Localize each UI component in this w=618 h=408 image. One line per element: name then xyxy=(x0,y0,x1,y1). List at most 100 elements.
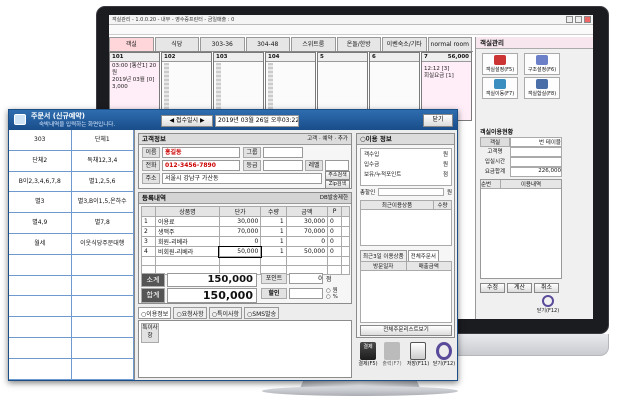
room-grid-cell[interactable]: 별1,2,5,6 xyxy=(71,171,134,193)
subtotal-value: 150,000 xyxy=(167,273,257,287)
tab-303[interactable]: 303-36 xyxy=(200,37,245,51)
room-grid-cell[interactable]: 이웃식당주문대행 xyxy=(71,233,134,255)
room-grid-cell[interactable]: 별7,8 xyxy=(71,213,134,234)
room-grid-cell[interactable] xyxy=(9,296,72,318)
name-label: 이름 xyxy=(142,147,160,158)
balance-row: 총할인 원 xyxy=(360,188,452,196)
minimize-icon[interactable] xyxy=(566,16,573,23)
room-settings-button[interactable]: 객실설정(F5) xyxy=(482,53,518,75)
room-grid-cell[interactable] xyxy=(71,358,134,380)
tab-note[interactable]: ○특이사항 xyxy=(208,307,243,319)
tab-room[interactable]: 객실 xyxy=(109,37,154,51)
opt-add[interactable]: 추가 xyxy=(338,136,348,142)
room-move-button[interactable]: 객실이동(F7) xyxy=(482,77,518,99)
room-grid-cell[interactable]: 별3,B이1,5,온하수 xyxy=(71,192,134,214)
tab-restaurant[interactable]: 식당 xyxy=(154,37,199,51)
phone-label: 전화 xyxy=(142,160,160,171)
tab-304[interactable]: 304-48 xyxy=(245,37,290,51)
tab-suite[interactable]: 스위트룸 xyxy=(291,37,336,51)
room-grid-cell[interactable] xyxy=(9,254,72,276)
recent-list[interactable]: 최근이용상품 수량 xyxy=(360,200,452,246)
pay-button[interactable]: 결제 결제(F5) xyxy=(357,342,379,376)
tab-normal[interactable]: normal room xyxy=(427,37,472,51)
print-button[interactable]: 출력(F7) xyxy=(381,342,403,376)
monitor-base xyxy=(262,386,458,396)
info-tabs: ○이용정보 ○요청사항 ○특이사항 ○SMS발송 xyxy=(138,307,352,319)
save-icon xyxy=(410,342,426,360)
room-grid-cell[interactable] xyxy=(9,337,72,359)
tab-ondol[interactable]: 온돌/한방 xyxy=(336,37,381,51)
room-grid-cell[interactable]: 단체1 xyxy=(71,130,134,151)
status-table: 객실 번 테이블 고객명 입실시간 요금합계 226,000 xyxy=(480,137,562,177)
save-button[interactable]: 저장(F11) xyxy=(406,342,430,376)
room-grid-cell[interactable]: 독채12,3,4 xyxy=(71,150,134,172)
table-row[interactable]: 2 생맥주 70,000 1 70,000 0 xyxy=(140,226,350,237)
discount-won-radio[interactable]: ○ 원 xyxy=(326,286,338,294)
table-row[interactable]: 3 회원-리베라 0 1 0 0 xyxy=(140,236,350,247)
back-close-button[interactable]: 닫기(F12) xyxy=(533,295,563,317)
room-merge-button[interactable]: 객실합실(F8) xyxy=(524,77,560,99)
room-grid-cell[interactable] xyxy=(9,358,72,380)
visit-list[interactable]: 방문일자 매출금액 xyxy=(360,261,452,323)
group-select[interactable] xyxy=(263,147,303,158)
memo-box[interactable]: 특이사항 xyxy=(138,320,352,378)
order-header: 주문서 (신규예약) 숙박내역을 입력하는 화면입니다. ◀ 접수일시 ▶ 20… xyxy=(9,110,457,130)
discount-pct-radio[interactable]: ○ % xyxy=(326,294,338,300)
point-field[interactable]: 0 xyxy=(289,273,323,284)
addr-search-button[interactable]: 주소검색 xyxy=(325,171,350,180)
discount-label: 할인 xyxy=(261,288,287,299)
room-grid-cell[interactable]: B이2,3,4,6,7,8 xyxy=(9,171,72,193)
header-close-button[interactable]: 닫기 xyxy=(423,114,453,127)
usage-summary: 객수입 원 입수금 원 보유/누적포인트 점 xyxy=(360,148,452,186)
room-grid-cell[interactable] xyxy=(9,317,72,338)
room-merge-icon xyxy=(536,79,548,89)
room-grid-cell[interactable] xyxy=(71,254,134,276)
point-unit: 점 xyxy=(326,276,332,283)
usage-list[interactable]: 순번 이용내역 xyxy=(480,179,562,279)
date-nav[interactable]: ◀ 접수일시 ▶ xyxy=(161,115,213,127)
room-grid-cell[interactable] xyxy=(9,275,72,297)
name-field[interactable]: 홍길동 xyxy=(162,147,240,158)
tab-event[interactable]: 이벤숙소/기타 xyxy=(382,37,427,51)
close-icon[interactable] xyxy=(584,16,591,23)
room-number: 7 56,000 xyxy=(422,53,471,62)
addr-field[interactable]: 서울시 강남구 가산동 xyxy=(162,173,322,184)
tab-sms[interactable]: ○SMS발송 xyxy=(244,307,280,319)
room-grid-cell[interactable]: 월세 xyxy=(9,233,72,255)
room-tabs: 객실 식당 303-36 304-48 스위트룸 온돌/한방 이벤숙소/기타 n… xyxy=(109,37,473,51)
room-grid-cell[interactable] xyxy=(71,317,134,338)
room-grid-cell[interactable]: 303 xyxy=(9,130,72,151)
phone-field[interactable]: 012-3456-7890 xyxy=(162,160,240,171)
status-title: 객실이용현황 xyxy=(480,129,514,136)
back-menubar xyxy=(109,25,593,35)
order-window: 주문서 (신규예약) 숙박내역을 입력하는 화면입니다. ◀ 접수일시 ▶ 20… xyxy=(8,109,458,381)
room-grid: 303 단체1 단체2 독채12,3,4 B이2,3,4,6,7,8 별1,2,… xyxy=(9,130,134,380)
discount-field[interactable] xyxy=(289,288,323,299)
edit-button[interactable]: 수정 xyxy=(480,283,505,293)
view-all-orders-button[interactable]: 전체주문리스트보기 xyxy=(360,325,452,336)
room-grid-cell[interactable]: 별3 xyxy=(9,192,72,214)
point-label: 포인트 xyxy=(261,273,287,284)
table-row[interactable]: 4 비회원-리베라 50,000 1 50,000 0 xyxy=(140,245,350,258)
room-grid-cell[interactable] xyxy=(71,296,134,318)
room-grid-cell[interactable] xyxy=(71,337,134,359)
close-button[interactable]: 닫기(F12) xyxy=(432,342,456,376)
room-grid-cell[interactable]: 단체2 xyxy=(9,150,72,172)
room-grid-cell[interactable] xyxy=(71,275,134,297)
room-panel-title: 객실관리 xyxy=(476,37,593,49)
level-field[interactable] xyxy=(325,160,349,171)
room-grid-cell[interactable]: 별4,9 xyxy=(9,213,72,234)
tab-usage[interactable]: ○이용정보 xyxy=(138,307,172,319)
zip-search-button[interactable]: Zip검색 xyxy=(325,180,350,189)
tab-request[interactable]: ○요청사항 xyxy=(173,307,207,319)
opt-customer[interactable]: 고객 xyxy=(307,136,317,142)
opt-reserve[interactable]: 예약 xyxy=(323,136,333,142)
grade-select[interactable] xyxy=(263,160,303,171)
cancel-button[interactable]: 취소 xyxy=(534,283,559,293)
maximize-icon[interactable] xyxy=(575,16,582,23)
structure-settings-button[interactable]: 구조설정(F6) xyxy=(524,53,560,75)
date-field[interactable]: 2019년 03월 26일 오후03:22 xyxy=(215,115,299,127)
calc-button[interactable]: 계산 xyxy=(507,283,532,293)
db-limit-toggle[interactable]: DB발송제한 xyxy=(320,193,351,204)
table-row[interactable]: 1 이용료 30,000 1 30,000 0 xyxy=(140,216,350,227)
